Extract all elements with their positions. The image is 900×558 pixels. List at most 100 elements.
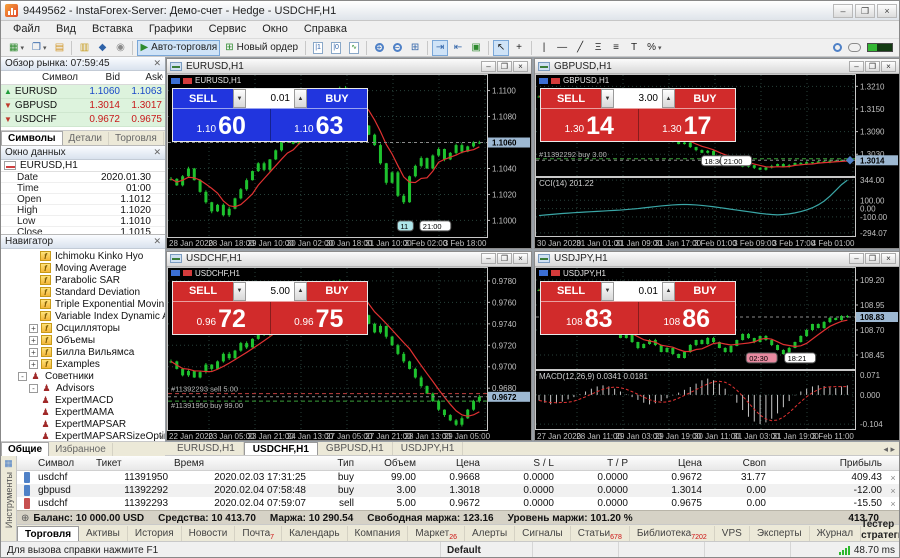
lot-increase-button[interactable]: ▲ [294, 89, 307, 108]
chart-minimize-button[interactable]: – [481, 253, 496, 264]
menu-item[interactable]: Окно [254, 21, 296, 38]
market-watch-icon[interactable]: ▥ [76, 40, 92, 56]
terminal-column-header[interactable]: Символ [35, 458, 93, 469]
sell-button[interactable]: SELL [541, 282, 601, 301]
signal-icon[interactable]: ◉ [112, 40, 128, 56]
lot-size-input[interactable]: 3.00 [614, 89, 662, 108]
close-position-icon[interactable]: × [885, 499, 900, 509]
close-position-icon[interactable]: × [885, 473, 900, 483]
terminal-column-header[interactable]: S / L [483, 458, 557, 469]
navigator-tab[interactable]: Общие [1, 442, 49, 456]
status-profile[interactable]: Default [441, 542, 533, 558]
chart-canvas[interactable]: EURUSD,H1SELL▼0.01▲BUY1.10601.10631.1100… [167, 74, 531, 248]
chart-window-titlebar[interactable]: GBPUSD,H1–❐× [535, 59, 899, 74]
lot-decrease-button[interactable]: ▼ [601, 282, 614, 301]
terminal-tab-item[interactable]: Сигналы [515, 526, 571, 541]
chart-canvas[interactable]: GBPUSD,H1SELL▼3.00▲BUY1.30141.30171.3210… [535, 74, 899, 248]
chart-canvas[interactable]: USDCHF,H1SELL▼5.00▲BUY0.96720.96750.9780… [167, 267, 531, 441]
column-header[interactable]: Bid [81, 72, 123, 83]
terminal-column-header[interactable]: Прибыль [769, 458, 885, 469]
bars-chart-icon[interactable]: |1 [310, 40, 326, 56]
sell-price[interactable]: 1.1060 [173, 109, 270, 141]
terminal-tab-item[interactable]: Статьи678 [571, 526, 630, 541]
terminal-column-header[interactable]: T / P [557, 458, 631, 469]
new-chart-icon[interactable]: ▦▾ [6, 40, 27, 56]
lot-increase-button[interactable]: ▲ [294, 282, 307, 301]
buy-button[interactable]: BUY [675, 89, 735, 108]
terminal-tab-item[interactable]: Библиотека7202 [630, 526, 715, 541]
terminal-tab-item[interactable]: Новости [182, 526, 236, 541]
channel-icon[interactable]: ≡ [608, 40, 624, 56]
collapse-icon[interactable]: - [29, 384, 38, 393]
market-watch-tab-item[interactable]: Детали [63, 132, 109, 145]
line-chart-icon[interactable]: ∿ [346, 40, 362, 56]
terminal-tab-item[interactable]: Почта7 [235, 526, 282, 541]
strategy-tester-label[interactable]: Тестер стратегий [861, 519, 900, 541]
chat-icon[interactable] [848, 43, 861, 52]
zoom-out-icon[interactable]: − [389, 40, 405, 56]
navigator-item[interactable]: fIchimoku Kinko Hyo [1, 250, 165, 262]
sell-price[interactable]: 1.3014 [541, 109, 638, 141]
navigator-item[interactable]: +fExamples [1, 358, 165, 370]
navigator-item[interactable]: +fБилла Вильямса [1, 346, 165, 358]
expand-icon[interactable]: + [29, 348, 38, 357]
fibo-icon[interactable]: Ξ [590, 40, 606, 56]
navigator-tab[interactable]: Избранное [49, 443, 113, 456]
navigator-item[interactable]: ♟ExpertMACD [1, 394, 165, 406]
terminal-tab-item[interactable]: Эксперты [750, 526, 810, 541]
search-icon[interactable] [833, 43, 842, 52]
maximize-button[interactable]: ❐ [855, 4, 875, 18]
chart-tab-usdchf[interactable]: USDCHF,H1 [244, 442, 318, 455]
terminal-column-header[interactable]: Время [171, 458, 309, 469]
navigator-item[interactable]: fMoving Average [1, 262, 165, 274]
lot-decrease-button[interactable]: ▼ [233, 89, 246, 108]
chart-window-titlebar[interactable]: USDCHF,H1–❐× [167, 252, 531, 267]
chart-tab-usdjpy[interactable]: USDJPY,H1 [393, 442, 464, 455]
lot-increase-button[interactable]: ▲ [662, 282, 675, 301]
navigator-item[interactable]: -♟Советники [1, 370, 165, 382]
buy-price[interactable]: 1.1063 [270, 109, 368, 141]
menu-item[interactable]: Справка [296, 21, 355, 38]
chart-window-titlebar[interactable]: EURUSD,H1–❐× [167, 59, 531, 74]
chart-close-button[interactable]: × [881, 61, 896, 72]
position-row[interactable]: usdchf113919502020.02.03 17:31:25buy99.0… [17, 471, 900, 484]
chart-minimize-button[interactable]: – [849, 61, 864, 72]
new-order-button[interactable]: ⊞Новый ордер [222, 40, 301, 56]
navigator-item[interactable]: -♟Advisors [1, 382, 165, 394]
buy-price[interactable]: 0.9675 [270, 302, 368, 334]
lot-decrease-button[interactable]: ▼ [601, 89, 614, 108]
lot-size-input[interactable]: 0.01 [614, 282, 662, 301]
chart-canvas[interactable]: USDJPY,H1SELL▼0.01▲BUY1088310886109.2010… [535, 267, 899, 441]
chart-minimize-button[interactable]: – [849, 253, 864, 264]
navigator-icon[interactable]: ◆ [94, 40, 110, 56]
zoom-in-icon[interactable]: + [371, 40, 387, 56]
text-icon[interactable]: T [626, 40, 642, 56]
crosshair-icon[interactable]: + [511, 40, 527, 56]
instruments-icon[interactable]: ▦ [4, 458, 13, 469]
auto-scroll-icon[interactable]: ⇥ [432, 40, 448, 56]
navigator-item[interactable]: +fОбъемы [1, 334, 165, 346]
buy-button[interactable]: BUY [307, 282, 367, 301]
chart-window-titlebar[interactable]: USDJPY,H1–❐× [535, 252, 899, 267]
chart-tab-gbpusd[interactable]: GBPUSD,H1 [318, 442, 393, 455]
scroll-down-icon[interactable]: ∨ [159, 432, 164, 440]
trendline-icon[interactable]: ╱ [572, 40, 588, 56]
market-watch-row[interactable]: ▲EURUSD1.10601.1063 [1, 85, 165, 99]
position-row[interactable]: gbpusd113922922020.02.04 07:58:48buy3.00… [17, 484, 900, 497]
lot-increase-button[interactable]: ▲ [662, 89, 675, 108]
buy-price[interactable]: 1.3017 [638, 109, 736, 141]
chart-close-button[interactable]: × [513, 61, 528, 72]
tab-scroll-arrows[interactable]: ◂ ▸ [883, 444, 900, 455]
terminal-tab-item[interactable]: Журнал [810, 526, 862, 541]
navigator-item[interactable]: fVariable Index Dynamic A [1, 310, 165, 322]
chart-restore-button[interactable]: ❐ [865, 61, 880, 72]
cursor-icon[interactable]: ↖ [493, 40, 509, 56]
chart-minimize-button[interactable]: – [481, 61, 496, 72]
terminal-column-header[interactable]: Цена [631, 458, 705, 469]
sell-button[interactable]: SELL [173, 282, 233, 301]
indicators-icon[interactable]: ▣ [468, 40, 484, 56]
market-watch-row[interactable]: ▼GBPUSD1.30141.3017 [1, 99, 165, 113]
chart-tab-eurusd[interactable]: EURUSD,H1 [169, 442, 244, 455]
terminal-column-header[interactable]: Объем [357, 458, 419, 469]
panel-close-icon[interactable]: ✕ [153, 236, 161, 247]
